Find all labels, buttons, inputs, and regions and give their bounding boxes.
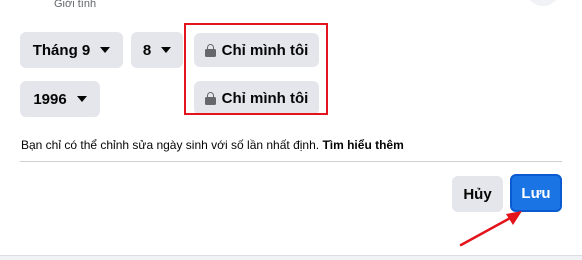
learn-more-link[interactable]: Tìm hiểu thêm (322, 138, 403, 152)
close-button[interactable] (526, 0, 560, 6)
annotation-arrow-icon (459, 211, 522, 247)
year-select-value: 1996 (33, 90, 67, 108)
caret-down-icon (161, 47, 172, 53)
divider (20, 161, 562, 162)
month-select[interactable]: Tháng 9 (20, 32, 123, 68)
caret-down-icon (100, 47, 111, 53)
gender-field-label: Giới tính (54, 0, 97, 10)
day-select-value: 8 (142, 41, 152, 59)
year-select[interactable]: 1996 (20, 81, 100, 117)
day-select[interactable]: 8 (131, 32, 183, 68)
month-select-value: Tháng 9 (32, 41, 91, 59)
caret-down-icon (76, 96, 87, 102)
annotation-highlight-box (184, 23, 328, 115)
bottom-edge (0, 255, 582, 260)
edit-limit-notice: Bạn chỉ có thể chỉnh sửa ngày sinh với s… (21, 138, 404, 152)
edit-limit-text: Bạn chỉ có thể chỉnh sửa ngày sinh với s… (21, 138, 320, 152)
